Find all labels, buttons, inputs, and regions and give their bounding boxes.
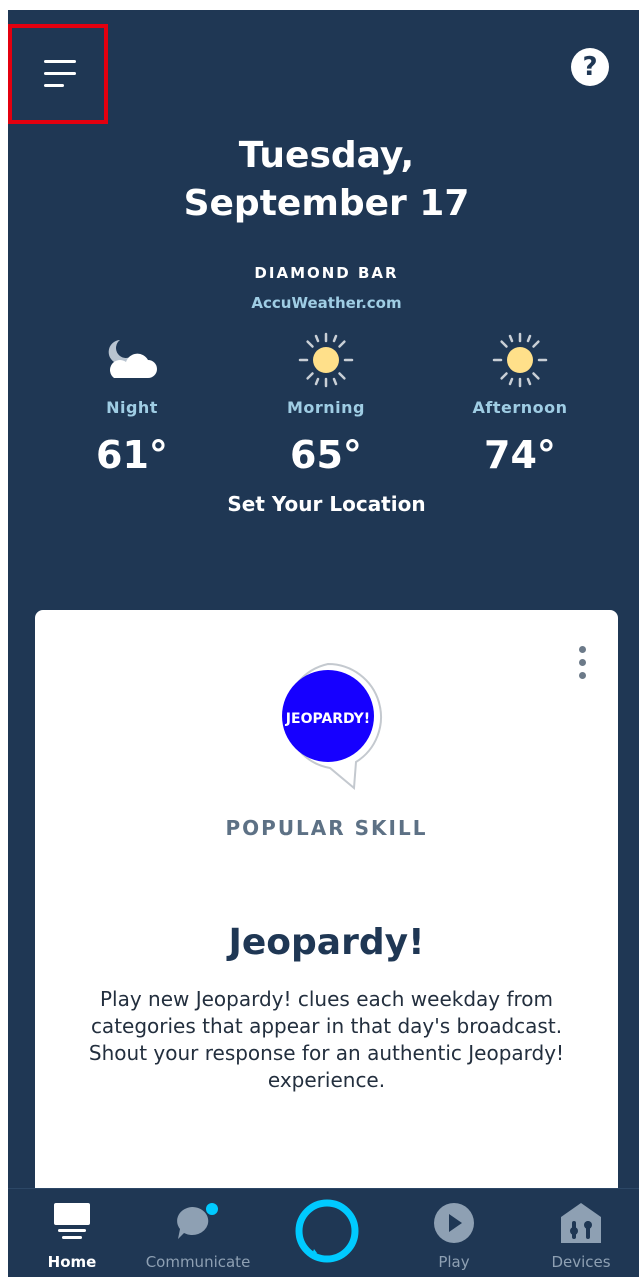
moon-cloud-icon xyxy=(52,330,212,390)
skill-description: Play new Jeopardy! clues each weekday fr… xyxy=(88,987,565,1092)
chat-bubble-icon xyxy=(138,1189,258,1245)
jeopardy-logo-text: JEOPARDY! xyxy=(285,711,370,727)
nav-devices[interactable]: Devices xyxy=(521,1189,639,1277)
nav-home[interactable]: Home xyxy=(12,1189,132,1277)
forecast-temp: 74° xyxy=(484,433,556,477)
date-day: Tuesday, xyxy=(238,135,415,176)
skill-tag: POPULAR SKILL xyxy=(225,816,428,840)
nav-label: Communicate xyxy=(145,1253,251,1271)
nav-play[interactable]: Play xyxy=(394,1189,514,1277)
forecast-night: Night 61° xyxy=(52,330,212,477)
forecast-period: Afternoon xyxy=(472,398,568,417)
forecast-morning: Morning 65° xyxy=(246,330,406,477)
forecast-temp: 65° xyxy=(290,433,362,477)
nav-communicate[interactable]: Communicate xyxy=(138,1189,258,1277)
devices-icon xyxy=(521,1189,639,1245)
question-mark-icon: ? xyxy=(582,52,598,82)
forecast-afternoon: Afternoon 74° xyxy=(440,330,600,477)
forecast-period: Night xyxy=(106,398,158,417)
nav-label: Play xyxy=(438,1253,470,1271)
sun-icon xyxy=(246,330,406,390)
more-options-icon[interactable] xyxy=(572,646,592,686)
bottom-navigation: Home Communicate Play Devices xyxy=(8,1188,639,1277)
sun-icon xyxy=(440,330,600,390)
home-icon xyxy=(12,1189,132,1245)
date-heading: Tuesday, September 17 xyxy=(8,132,639,228)
nav-label: Home xyxy=(47,1253,97,1271)
skill-title: Jeopardy! xyxy=(228,922,425,963)
hamburger-menu-icon xyxy=(44,60,76,87)
help-button[interactable]: ? xyxy=(571,48,609,86)
weather-location: DIAMOND BAR xyxy=(254,264,399,282)
forecast-temp: 61° xyxy=(96,433,168,477)
nav-label: Devices xyxy=(551,1253,611,1271)
alexa-app-screen: ? Tuesday, September 17 DIAMOND BAR Accu… xyxy=(8,10,639,1277)
menu-button[interactable] xyxy=(8,24,108,124)
forecast-period: Morning xyxy=(286,398,366,417)
set-location-link[interactable]: Set Your Location xyxy=(8,492,639,516)
weather-provider-link[interactable]: AccuWeather.com xyxy=(8,294,639,312)
alexa-voice-button[interactable] xyxy=(295,1199,359,1263)
alexa-ring-icon xyxy=(295,1199,359,1263)
play-icon xyxy=(394,1189,514,1245)
jeopardy-logo: JEOPARDY! xyxy=(273,662,383,792)
skill-card[interactable]: JEOPARDY! POPULAR SKILL Jeopardy! Play n… xyxy=(35,610,618,1260)
date-month-day: September 17 xyxy=(183,183,470,224)
